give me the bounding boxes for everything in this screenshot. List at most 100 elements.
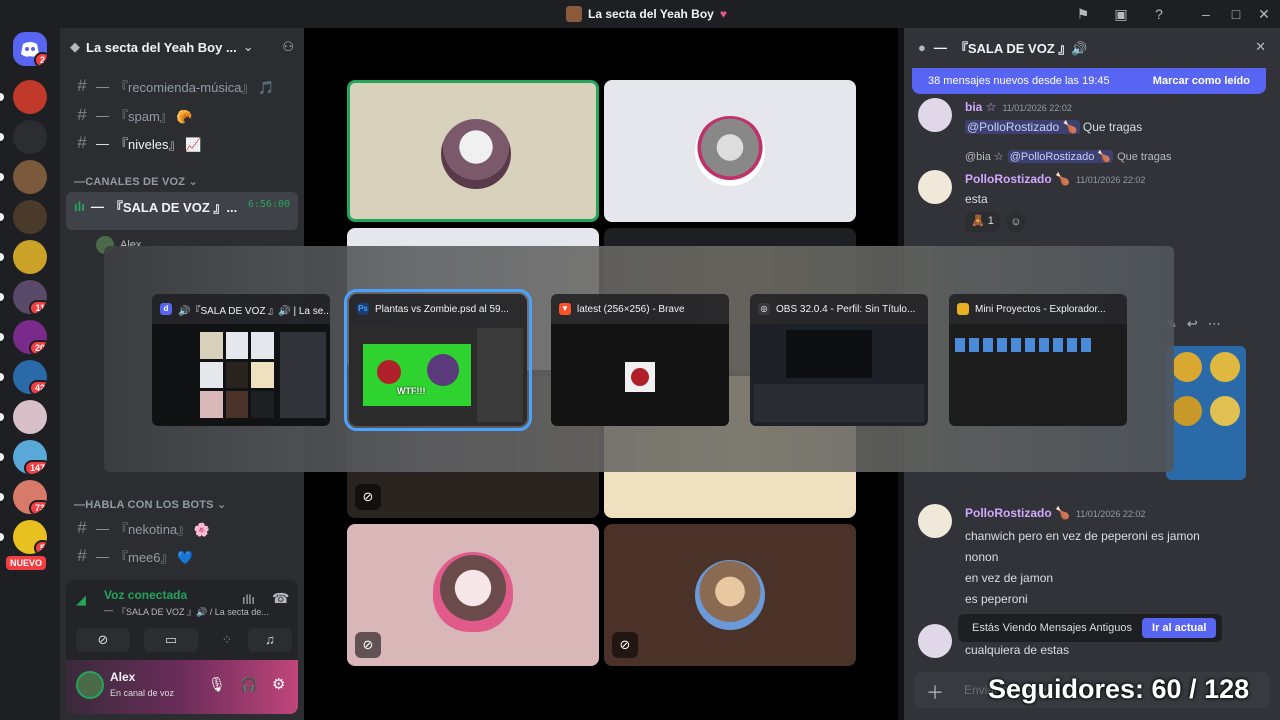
close-icon[interactable]: ✕ (1255, 39, 1266, 55)
activities-button[interactable]: ⁘ (212, 628, 242, 652)
user-panel: Alex En canal de voz 🎙 🎧 ⚙ (66, 660, 298, 714)
chat-header: ● — 『SALA DE VOZ 』🔊 ✕ (918, 39, 1266, 56)
voice-category[interactable]: —CANALES DE VOZ ⌄ (74, 175, 198, 188)
window-thumbnail: WTF!!! (349, 324, 527, 426)
maximize-icon[interactable]: □ (1228, 6, 1244, 22)
channel-spam[interactable]: # — 『spam』 🥐 (74, 104, 298, 126)
shield-icon: ◆ (70, 39, 80, 54)
message-line: chanwich pero en vez de peperoni es jamo… (965, 529, 1200, 543)
home-badge: 2 (33, 52, 47, 66)
message-author[interactable]: PolloRostizado 🍗 (965, 506, 1070, 520)
switcher-window-brave[interactable]: ▼ latest (256×256) - Brave (551, 294, 729, 426)
minimize-icon[interactable]: – (1198, 6, 1214, 22)
channel-nekotina[interactable]: # — 『nekotina』 🌸 (74, 517, 298, 539)
sticker[interactable] (1172, 352, 1202, 382)
reply-icon[interactable]: ↩ (1187, 316, 1198, 332)
server-icon-2[interactable] (13, 120, 47, 154)
new-messages-bar[interactable]: 38 mensajes nuevos desde las 19:45 Marca… (912, 68, 1266, 94)
window-title: OBS 32.0.4 - Perfil: Sin Título... (776, 303, 916, 315)
more-icon[interactable]: ⋯ (1208, 316, 1221, 332)
new-messages-text: 38 mensajes nuevos desde las 19:45 (928, 75, 1110, 87)
server-icon-10[interactable]: 147 (13, 440, 47, 474)
add-reaction-icon[interactable]: ☺ (1005, 212, 1026, 232)
server-icon-4[interactable] (13, 200, 47, 234)
channel-recomienda-musica[interactable]: # — 『recomienda-música』 🎵 (74, 75, 298, 97)
noise-suppression-icon[interactable]: ıllı (242, 592, 255, 607)
screen-share-button[interactable]: ▭ (144, 628, 198, 652)
headphones-icon[interactable]: 🎧 (240, 676, 257, 693)
channel-niveles[interactable]: # — 『niveles』 📈 (74, 132, 298, 154)
message: bia ☆ 11/01/2026 22:02 @PolloRostizado 🍗 … (965, 98, 1142, 134)
server-icon-3[interactable] (13, 160, 47, 194)
avatar[interactable] (76, 671, 104, 699)
reaction-emoji-icon: 🧸 (971, 215, 985, 227)
message-time: 11/01/2026 22:02 (1002, 103, 1072, 113)
bots-category[interactable]: —HABLA CON LOS BOTS ⌄ (74, 498, 226, 511)
switcher-window-obs[interactable]: ◎ OBS 32.0.4 - Perfil: Sin Título... (750, 294, 928, 426)
server-rail: 2 NUEVO 11 20 42 147 73 5 (0, 28, 60, 720)
reply-preview[interactable]: @bia ☆ @PolloRostizado 🍗 Que tragas (965, 150, 1171, 163)
server-icon-7[interactable]: 20 (13, 320, 47, 354)
message-author[interactable]: PolloRostizado 🍗 (965, 172, 1070, 186)
switcher-window-explorer[interactable]: Mini Proyectos - Explorador... (949, 294, 1127, 426)
switcher-window-photoshop[interactable]: Ps Plantas vs Zombie.psd al 59... WTF!!! (344, 289, 532, 431)
participant-tile[interactable]: ⊘ (347, 524, 599, 666)
unread-pill (0, 453, 4, 461)
server-icon-6[interactable]: 11 (13, 280, 47, 314)
title-bar: La secta del Yeah Boy ♥ ⚑ ▣ ? – □ ✕ (0, 0, 1280, 28)
server-icon-9[interactable] (13, 400, 47, 434)
disconnect-icon[interactable]: ☎ (272, 590, 289, 607)
avatar[interactable] (918, 504, 952, 538)
server-icon-12[interactable]: 5 (13, 520, 47, 554)
jump-to-present-button[interactable]: Ir al actual (1142, 618, 1217, 638)
sticker[interactable] (1210, 352, 1240, 382)
server-icon-1[interactable] (13, 80, 47, 114)
window-thumbnail (949, 324, 1127, 426)
switcher-window-discord[interactable]: d 🔊『SALA DE VOZ 』🔊 | La se... (152, 294, 330, 426)
avatar (433, 552, 513, 632)
server-icon-8[interactable]: 42 (13, 360, 47, 394)
soundboard-button[interactable]: ♫ (248, 628, 292, 652)
avatar[interactable] (918, 170, 952, 204)
chevron-down-icon: ⌄ (242, 39, 254, 54)
unread-pill (0, 213, 4, 221)
participant-tile[interactable]: ⊘ (604, 524, 856, 666)
message-text: esta (965, 192, 988, 206)
participant-tile[interactable] (347, 80, 599, 222)
sticker[interactable] (1210, 396, 1240, 426)
sticker[interactable] (1172, 396, 1202, 426)
participant-tile[interactable] (604, 80, 856, 222)
camera-off-button[interactable]: ⊘ (76, 628, 130, 652)
avatar (441, 119, 511, 189)
voice-channel-active[interactable]: ılı — 『SALA DE VOZ 』... 6:56:00 (66, 192, 298, 230)
add-attachment-icon[interactable]: ＋ (926, 679, 944, 705)
reaction[interactable]: 🧸 1 (965, 212, 1000, 232)
avatar[interactable] (918, 624, 952, 658)
message-author[interactable]: bia ☆ (965, 100, 996, 114)
reaction-count: 1 (987, 215, 994, 227)
channel-mee6[interactable]: # — 『mee6』 💙 (74, 545, 298, 567)
sticker-grid (1166, 346, 1246, 480)
server-icon-5[interactable] (13, 240, 47, 274)
server-header[interactable]: ◆ La secta del Yeah Boy ... ⌄ ⚇ (60, 28, 304, 66)
mention[interactable]: @PolloRostizado 🍗 (965, 120, 1080, 134)
mark-read-button[interactable]: Marcar como leído (1153, 75, 1250, 87)
inbox-icon[interactable]: ▣ (1113, 6, 1129, 22)
new-badge: NUEVO (6, 556, 47, 570)
microphone-icon[interactable]: 🎙 (208, 676, 226, 693)
unread-pill (0, 413, 4, 421)
server-icon-11[interactable]: 73 (13, 480, 47, 514)
task-switcher: d 🔊『SALA DE VOZ 』🔊 | La se... Ps Plantas v… (104, 246, 1174, 472)
unread-pill (0, 93, 4, 101)
avatar[interactable] (918, 98, 952, 132)
muted-icon: ⊘ (612, 632, 638, 658)
flag-icon[interactable]: ⚑ (1075, 6, 1091, 22)
close-window-icon[interactable]: ✕ (1256, 6, 1272, 22)
hash-icon: # (77, 76, 87, 95)
message-text: Que tragas (1082, 120, 1143, 134)
settings-icon[interactable]: ⚙ (272, 675, 285, 693)
add-member-icon[interactable]: ⚇ (282, 39, 294, 55)
home-button[interactable]: 2 (13, 32, 47, 66)
window-thumbnail (152, 324, 330, 426)
help-icon[interactable]: ? (1151, 6, 1167, 22)
